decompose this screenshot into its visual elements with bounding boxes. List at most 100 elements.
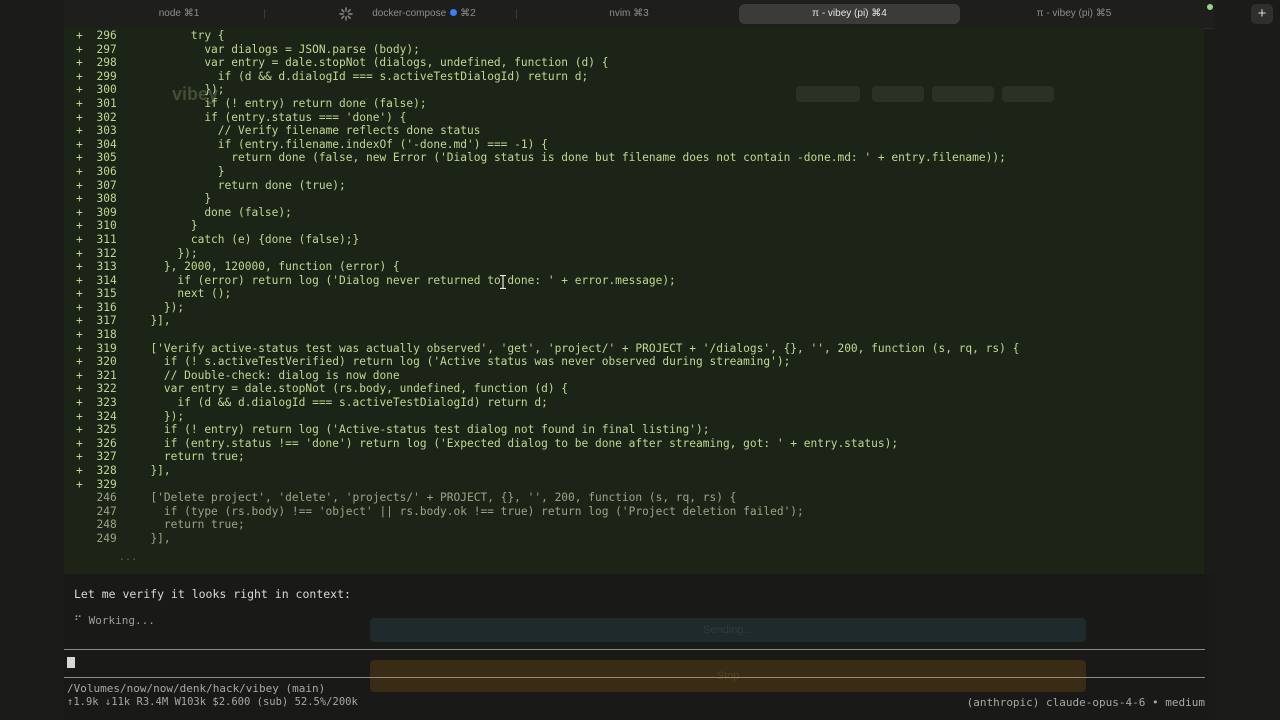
line-number: 312 [96,246,117,260]
line-number: 311 [96,232,117,246]
code-text: }); [204,83,225,97]
code-text: if (error) return log ('Dialog never ret… [177,273,676,287]
line-number: 321 [96,368,117,382]
diff-marker: + [76,300,83,314]
code-text: }); [177,246,198,260]
diff-marker: + [76,464,83,477]
code-text: if (entry.filename.indexOf ('-done.md') … [217,137,548,151]
tab-bar: node ⌘1 docker-compose ⌘2 nvim ⌘3 π - vib… [64,0,1273,29]
tab-vibey-5[interactable]: π - vibey (pi) ⌘5 [1004,4,1144,24]
code-line: +323 if (d && d.dialogId === s.activeTes… [76,396,1019,410]
diff-marker: + [76,205,83,219]
code-line: +299 if (d && d.dialogId === s.activeTes… [76,70,1019,84]
diff-marker: + [76,246,83,260]
assistant-message: Let me verify it looks right in context: [74,587,351,601]
line-number: 323 [96,396,117,410]
code-line: +329 [76,478,1019,492]
code-line: +318 [76,328,1019,342]
status-dot-icon [1207,4,1213,10]
code-text: }], [150,314,171,328]
tab-label: nvim ⌘3 [609,8,649,19]
code-line: 249 }], [76,532,1019,546]
code-line: +327 return true; [76,450,1019,464]
code-line: +310 } [76,219,1019,233]
tab-label: π - vibey (pi) ⌘5 [1036,8,1112,19]
code-diff: +296 try {+297 var dialogs = JSON.parse … [76,29,1019,546]
ghost-stop-button: Stop [370,660,1086,692]
diff-marker: + [76,382,83,396]
diff-marker: + [76,368,83,382]
diff-marker: + [76,96,83,110]
code-text: if (type (rs.body) !== 'object' || rs.bo… [163,504,804,518]
mouse-ibeam-icon [500,275,506,289]
diff-marker: + [76,151,83,165]
line-number: 319 [96,341,117,355]
diff-marker: + [76,409,83,423]
usage-stats: ↑1.9k ↓11k R3.4M W103k $2.600 (sub) 52.5… [67,696,358,708]
diff-marker: + [76,83,83,97]
line-number: 299 [96,69,117,83]
line-number: 320 [96,355,117,369]
code-text: return true; [163,450,245,464]
code-line: +307 return done (true); [76,179,1019,193]
line-number: 306 [96,164,117,178]
code-text: return true; [163,518,245,532]
code-line: +319 ['Verify active-status test was act… [76,342,1019,356]
diff-marker: + [76,328,83,342]
code-text: if (entry.status === 'done') { [204,110,407,124]
diff-marker: + [76,477,83,491]
diff-marker: + [76,287,83,301]
code-text: ['Delete project', 'delete', 'projects/'… [150,491,737,505]
code-text: ['Verify active-status test was actually… [150,341,1020,355]
diff-marker [76,491,83,504]
line-number: 249 [96,531,117,545]
tab-separator [264,9,265,19]
code-line: +324 }); [76,410,1019,424]
line-number: 305 [96,151,117,165]
code-text: // Verify filename reflects done status [217,124,481,138]
tab-label: π - vibey (pi) ⌘4 [812,8,887,19]
code-text: }, 2000, 120000, function (error) { [163,260,400,274]
line-number: 303 [96,124,117,138]
diff-marker [76,505,83,518]
code-text: }); [163,409,185,423]
line-number: 307 [96,178,117,192]
new-tab-button[interactable]: + [1251,4,1273,24]
code-text: var entry = dale.stopNot (dialogs, undef… [204,56,609,70]
line-number: 313 [96,260,117,274]
diff-marker: + [76,314,83,328]
input-bottom-divider [64,677,1205,678]
code-line: +303 // Verify filename reflects done st… [76,124,1019,138]
code-line: +304 if (entry.filename.indexOf ('-done.… [76,138,1019,152]
line-number: 314 [96,273,117,287]
diff-marker: + [76,341,83,355]
diff-marker: + [76,273,83,287]
code-text: if (entry.status !== 'done') return log … [163,436,899,450]
diff-marker: + [76,355,83,369]
diff-marker: + [76,450,83,464]
diff-marker [76,518,83,531]
code-text: } [204,192,212,206]
tab-vibey-4[interactable]: π - vibey (pi) ⌘4 [739,4,960,24]
diff-marker: + [76,192,83,206]
line-number: 327 [96,450,117,464]
tab-nvim[interactable]: nvim ⌘3 [564,4,694,24]
code-line: +298 var entry = dale.stopNot (dialogs, … [76,56,1019,70]
code-line: +326 if (entry.status !== 'done') return… [76,437,1019,451]
tab-docker-compose[interactable]: docker-compose ⌘2 [344,4,504,24]
line-number: 325 [96,423,117,437]
tab-node[interactable]: node ⌘1 [114,4,244,24]
diff-marker: + [76,178,83,192]
diff-marker: + [76,29,83,42]
prompt-input-cursor[interactable] [67,657,75,668]
line-number: 315 [96,287,117,301]
line-number: 318 [96,328,117,342]
line-number: 298 [96,56,117,70]
code-line: +302 if (entry.status === 'done') { [76,111,1019,125]
tab-label: node ⌘1 [158,8,200,19]
diff-marker: + [76,396,83,410]
line-number: 324 [96,409,117,423]
line-number: 309 [96,205,117,219]
code-text: try { [190,29,225,42]
line-number: 316 [96,300,117,314]
